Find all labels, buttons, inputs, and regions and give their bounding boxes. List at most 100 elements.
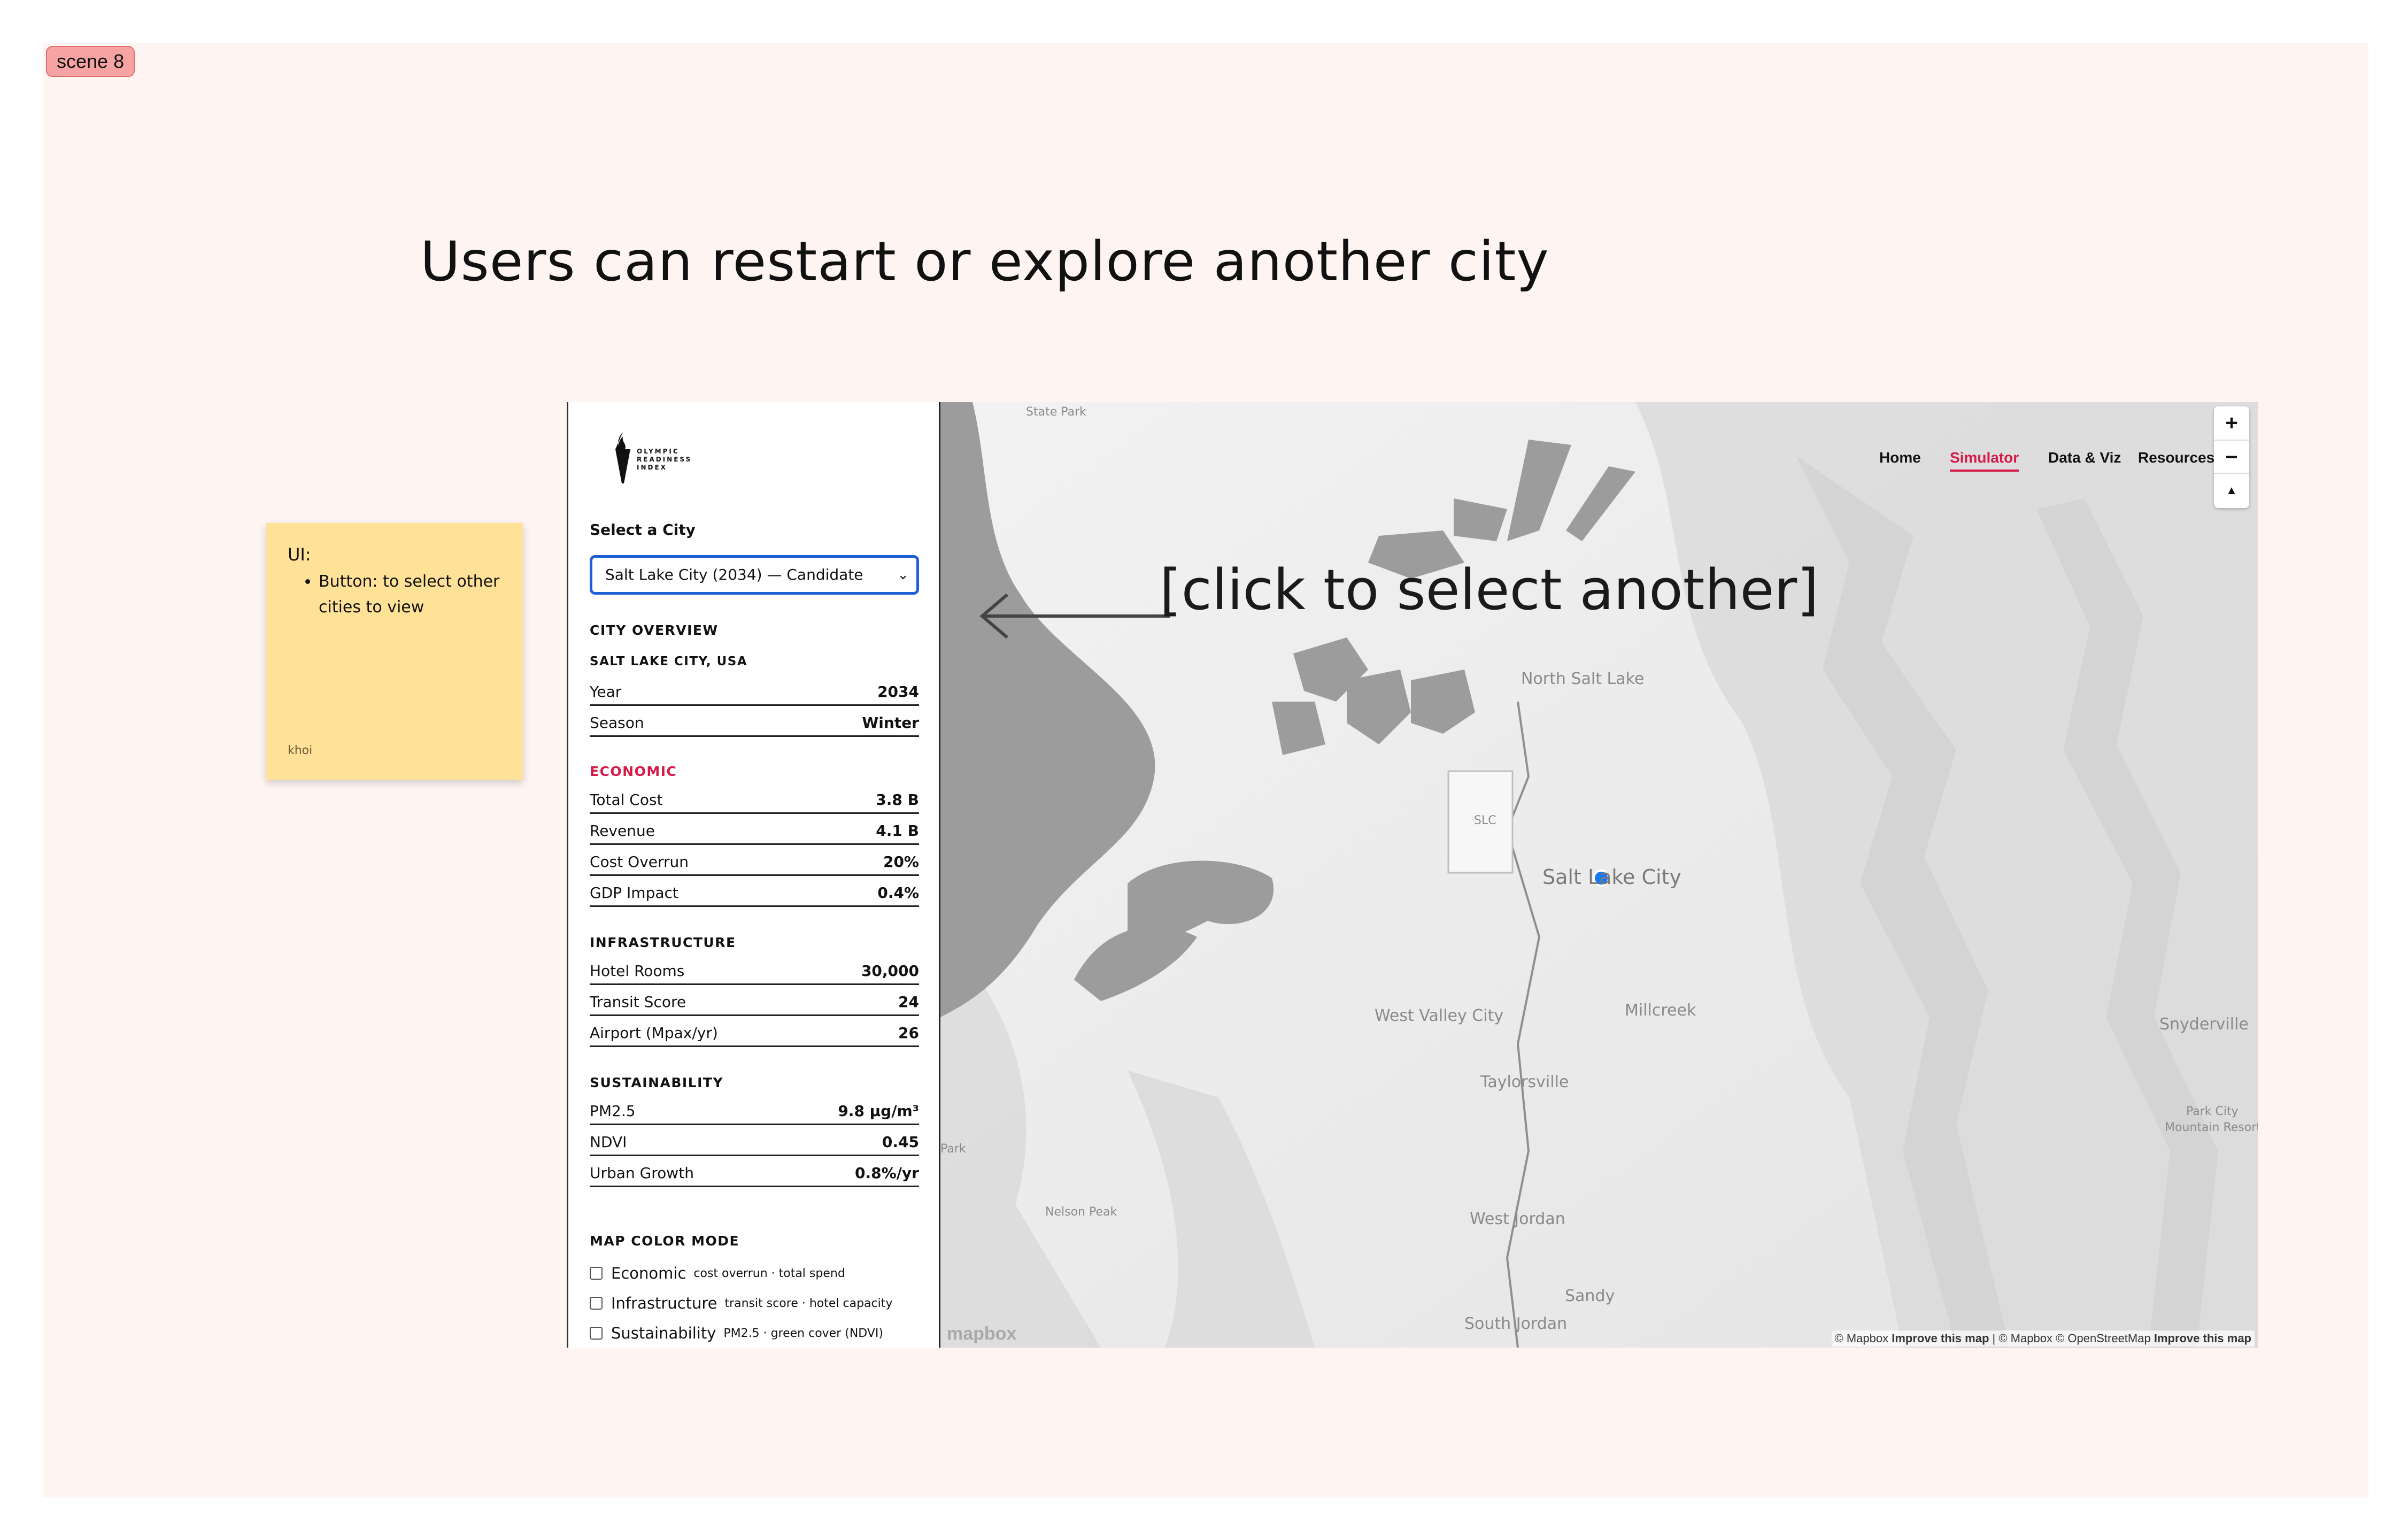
row-value: 3.8 B (876, 791, 919, 809)
overview-row-season: Season Winter (590, 706, 919, 737)
compass-reset-button[interactable]: ▲ (2214, 473, 2249, 507)
row-value: Winter (862, 714, 919, 732)
map-label-south-jordan: South Jordan (1464, 1314, 1568, 1333)
click-to-select-annotation: [click to select another] (1160, 557, 1819, 622)
city-name: SALT LAKE CITY, USA (590, 655, 748, 668)
row-label: Cost Overrun (590, 853, 689, 871)
row-value: 9.8 µg/m³ (838, 1102, 919, 1120)
infra-row-transit-score: Transit Score 24 (590, 985, 919, 1016)
select-city-label: Select a City (590, 521, 696, 539)
option-desc: PM2.5 · green cover (NDVI) (723, 1326, 883, 1340)
row-label: Hotel Rooms (590, 962, 685, 980)
option-desc: transit score · hotel capacity (724, 1296, 893, 1310)
row-value: 30,000 (861, 962, 919, 980)
infrastructure-heading: INFRASTRUCTURE (590, 935, 736, 950)
zoom-in-button[interactable]: + (2214, 406, 2249, 440)
economic-checkbox[interactable] (590, 1267, 603, 1280)
nav-simulator[interactable]: Simulator (1950, 449, 2019, 472)
sticky-author: khoi (288, 744, 313, 757)
map-label-park: Park (940, 1142, 966, 1156)
row-value: 24 (898, 993, 919, 1011)
attrib-mapbox-2[interactable]: © Mapbox (1998, 1332, 2052, 1345)
overview-row-year: Year 2034 (590, 675, 919, 706)
row-label: PM2.5 (590, 1102, 636, 1120)
map-view[interactable]: State Park North Salt Lake SLC Salt Lake… (940, 402, 2258, 1348)
row-label: GDP Impact (590, 884, 678, 902)
city-select-dropdown[interactable]: Salt Lake City (2034) — Candidate ⌄ (590, 555, 919, 595)
app-window: OLYMPIC READINESS INDEX Select a City Sa… (567, 402, 2258, 1348)
attrib-mapbox[interactable]: © Mapbox (1835, 1332, 1889, 1345)
option-label: Economic (611, 1264, 686, 1282)
row-label: Revenue (590, 822, 655, 840)
infra-row-airport: Airport (Mpax/yr) 26 (590, 1016, 919, 1047)
color-mode-economic[interactable]: Economic cost overrun · total spend (590, 1264, 845, 1282)
map-label-slc-airport: SLC (1474, 814, 1496, 827)
attrib-separator: | (1992, 1332, 1996, 1345)
map-attribution: © Mapbox Improve this map | © Mapbox © O… (1831, 1331, 2255, 1347)
economic-row-total-cost: Total Cost 3.8 B (590, 783, 919, 814)
map-label-west-jordan: West Jordan (1470, 1210, 1565, 1228)
row-value: 26 (898, 1024, 919, 1042)
logo-line-2: READINESS (637, 455, 692, 463)
row-label: Transit Score (590, 993, 686, 1011)
map-color-mode-heading: MAP COLOR MODE (590, 1233, 740, 1249)
attrib-osm[interactable]: © OpenStreetMap (2056, 1332, 2151, 1345)
economic-row-cost-overrun: Cost Overrun 20% (590, 845, 919, 876)
chevron-down-icon: ⌄ (897, 567, 909, 583)
row-label: NDVI (590, 1133, 627, 1151)
sticky-note: UI: Button: to select other cities to vi… (266, 523, 523, 780)
row-label: Urban Growth (590, 1164, 694, 1182)
attrib-improve-map-2[interactable]: Improve this map (2154, 1332, 2251, 1345)
map-label-nelson-peak: Nelson Peak (1045, 1205, 1117, 1219)
color-mode-infrastructure[interactable]: Infrastructure transit score · hotel cap… (590, 1294, 892, 1312)
color-mode-sustainability[interactable]: Sustainability PM2.5 · green cover (NDVI… (590, 1324, 883, 1342)
sustainability-checkbox[interactable] (590, 1327, 603, 1340)
map-label-park-city: Park City (2186, 1105, 2239, 1118)
option-desc: cost overrun · total spend (693, 1266, 845, 1280)
row-label: Total Cost (590, 791, 663, 809)
map-label-mountain-resort: Mountain Resort (2165, 1121, 2258, 1134)
sust-row-ndvi: NDVI 0.45 (590, 1125, 919, 1156)
option-label: Infrastructure (611, 1294, 717, 1312)
mapbox-logo[interactable]: mapbox (947, 1324, 1016, 1344)
attrib-improve-map[interactable]: Improve this map (1892, 1332, 1989, 1345)
row-value: 4.1 B (876, 822, 919, 840)
map-label-taylorsville: Taylorsville (1480, 1073, 1569, 1091)
scene-tag: scene 8 (46, 46, 135, 77)
row-value: 0.4% (877, 884, 919, 902)
sust-row-pm25: PM2.5 9.8 µg/m³ (590, 1094, 919, 1125)
sticky-title: UI: (288, 544, 311, 565)
row-label: Year (590, 683, 622, 701)
row-value: 2034 (877, 683, 919, 701)
nav-resources[interactable]: Resources (2138, 449, 2214, 466)
row-value: 20% (883, 853, 919, 871)
economic-heading: ECONOMIC (590, 764, 677, 779)
option-label: Sustainability (611, 1324, 716, 1342)
map-label-millcreek: Millcreek (1625, 1001, 1696, 1020)
map-label-salt-lake-city: Salt Lake City (1542, 865, 1681, 889)
infrastructure-checkbox[interactable] (590, 1297, 603, 1310)
economic-row-gdp-impact: GDP Impact 0.4% (590, 876, 919, 907)
logo-line-1: OLYMPIC (637, 447, 680, 455)
sustainability-heading: SUSTAINABILITY (590, 1075, 724, 1090)
map-label-state-park: State Park (1026, 405, 1086, 419)
sust-row-urban-growth: Urban Growth 0.8%/yr (590, 1156, 919, 1187)
row-value: 0.8%/yr (855, 1164, 919, 1182)
row-label: Airport (Mpax/yr) (590, 1024, 718, 1042)
nav-home[interactable]: Home (1879, 449, 1921, 466)
olympic-readiness-logo[interactable]: OLYMPIC READINESS INDEX (612, 430, 692, 489)
row-value: 0.45 (882, 1133, 919, 1151)
row-label: Season (590, 714, 644, 732)
map-label-snyderville: Snyderville (2159, 1015, 2249, 1034)
zoom-out-button[interactable]: − (2214, 440, 2249, 474)
city-select-value: Salt Lake City (2034) — Candidate (605, 566, 863, 583)
zoom-controls: + − ▲ (2214, 406, 2249, 508)
logo-text: OLYMPIC READINESS INDEX (637, 448, 692, 472)
infra-row-hotel-rooms: Hotel Rooms 30,000 (590, 954, 919, 985)
scene-headline: Users can restart or explore another cit… (420, 230, 1549, 294)
economic-row-revenue: Revenue 4.1 B (590, 814, 919, 845)
city-overview-heading: CITY OVERVIEW (590, 622, 719, 638)
map-label-west-valley-city: West Valley City (1375, 1006, 1504, 1025)
nav-data-viz[interactable]: Data & Viz (2048, 449, 2121, 466)
sticky-bullet: Button: to select other cities to view (319, 569, 501, 620)
